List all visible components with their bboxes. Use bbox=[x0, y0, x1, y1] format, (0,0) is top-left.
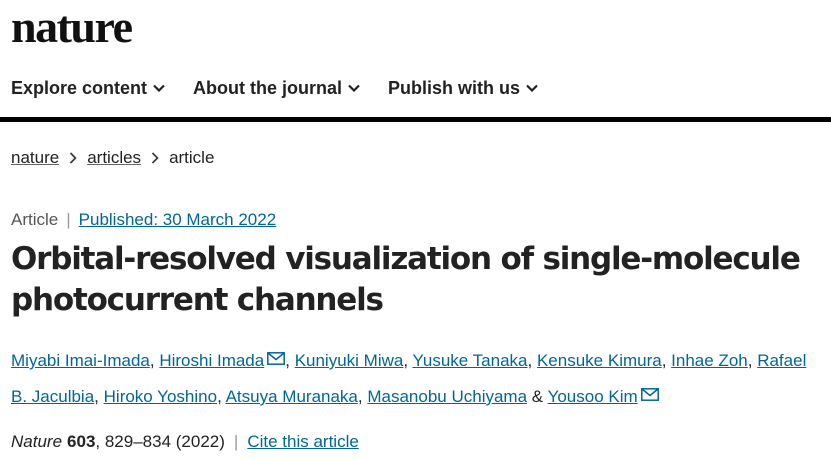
breadcrumb-nature[interactable]: nature bbox=[11, 148, 59, 168]
author-link[interactable]: Hiroko Yoshino bbox=[104, 387, 217, 406]
author-link[interactable]: B. Jaculbia bbox=[11, 387, 94, 406]
author-link[interactable]: Yousoo Kim bbox=[548, 387, 638, 406]
chevron-down-icon bbox=[153, 84, 165, 92]
chevron-right-icon bbox=[151, 152, 159, 164]
pages-year: , 829–834 (2022) bbox=[95, 432, 225, 451]
author-link[interactable]: Kensuke Kimura bbox=[537, 351, 662, 370]
published-date[interactable]: Published: 30 March 2022 bbox=[79, 210, 277, 230]
citation-line: Nature 603 , 829–834 (2022) | Cite this … bbox=[11, 430, 359, 454]
author-link[interactable]: Rafael bbox=[757, 351, 806, 370]
breadcrumb: nature articles article bbox=[11, 146, 214, 170]
volume-number: 603 bbox=[67, 432, 96, 451]
chevron-right-icon bbox=[70, 152, 77, 164]
main-nav: Explore content About the journal Publis… bbox=[11, 76, 538, 100]
author-separator: , bbox=[403, 351, 409, 370]
cite-this-article-link[interactable]: Cite this article bbox=[247, 432, 358, 452]
header-divider bbox=[0, 117, 831, 122]
meta-divider: | bbox=[66, 210, 71, 229]
nav-publish-with-us[interactable]: Publish with us bbox=[388, 78, 538, 99]
nav-explore-content[interactable]: Explore content bbox=[11, 78, 165, 99]
nav-about-journal-label: About the journal bbox=[193, 77, 343, 98]
author-link[interactable]: Yusuke Tanaka bbox=[413, 351, 528, 370]
author-separator: , bbox=[357, 387, 363, 406]
article-title: Orbital-resolved visualization of single… bbox=[11, 239, 821, 321]
author-link[interactable]: Inhae Zoh bbox=[671, 351, 748, 370]
author-link[interactable]: Hiroshi Imada bbox=[159, 351, 264, 370]
author-ampersand: & bbox=[531, 387, 544, 406]
article-title-line-1: Orbital-resolved visualization of single… bbox=[11, 241, 801, 277]
author-list: Miyabi Imai-Imada, Hiroshi Imada, Kuniyu… bbox=[11, 343, 826, 415]
author-separator: , bbox=[285, 351, 290, 370]
article-title-line-2: photocurrent channels bbox=[11, 282, 384, 318]
author-separator: , bbox=[527, 351, 533, 370]
author-link[interactable]: Miyabi Imai-Imada bbox=[11, 351, 150, 370]
author-link[interactable]: Atsuya Muranaka bbox=[226, 387, 358, 406]
article-meta: Article | Published: 30 March 2022 bbox=[11, 208, 276, 232]
journal-name: Nature bbox=[11, 432, 63, 451]
mail-icon[interactable] bbox=[267, 352, 286, 365]
author-separator: , bbox=[149, 351, 155, 370]
cite-divider: | bbox=[233, 432, 239, 451]
nature-logo[interactable]: nature bbox=[11, 2, 133, 52]
author-separator: , bbox=[94, 387, 99, 406]
author-separator: , bbox=[661, 351, 667, 370]
breadcrumb-articles[interactable]: articles bbox=[87, 148, 141, 168]
author-separator: , bbox=[747, 351, 753, 370]
nav-about-journal[interactable]: About the journal bbox=[193, 78, 360, 99]
breadcrumb-current: article bbox=[169, 148, 215, 167]
author-link[interactable]: Masanobu Uchiyama bbox=[367, 387, 527, 406]
chevron-down-icon bbox=[526, 84, 538, 92]
nav-publish-with-us-label: Publish with us bbox=[388, 77, 521, 98]
article-type: Article bbox=[11, 210, 59, 229]
chevron-down-icon bbox=[348, 84, 360, 92]
mail-icon[interactable] bbox=[640, 388, 659, 401]
author-separator: , bbox=[217, 387, 222, 406]
author-link[interactable]: Kuniyuki Miwa bbox=[295, 351, 404, 370]
nav-explore-content-label: Explore content bbox=[11, 77, 148, 98]
